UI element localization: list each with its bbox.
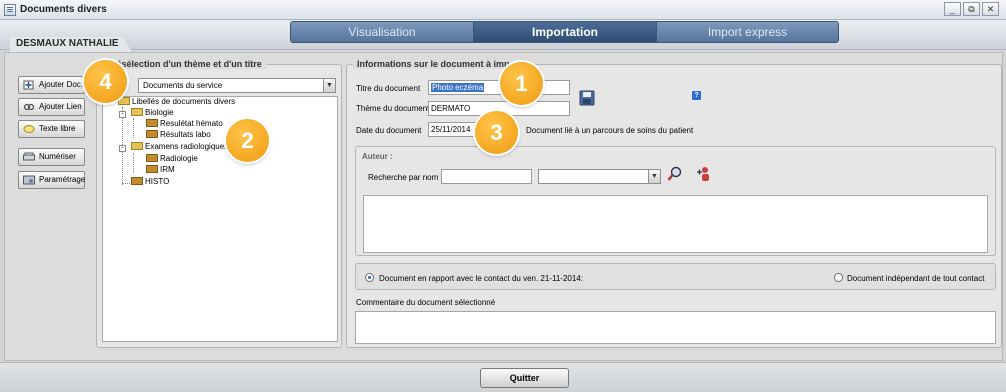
collapse-biology-toggle[interactable]: - xyxy=(119,111,126,118)
contact-radio[interactable] xyxy=(365,273,374,282)
window-title: Documents divers xyxy=(20,4,107,15)
tree-root-label: Libellés de documents divers xyxy=(132,97,236,106)
note-icon xyxy=(23,125,35,133)
search-person-icon[interactable] xyxy=(667,166,683,182)
service-dropdown[interactable]: Documents du service ▼ xyxy=(138,78,336,93)
tree-root[interactable]: Libellés de documents divers xyxy=(118,97,235,106)
restore-button[interactable]: ⧉ xyxy=(963,2,980,16)
add-link-button[interactable]: Ajouter Lien xyxy=(18,98,85,116)
tree-item-histo[interactable]: HISTO xyxy=(131,177,169,186)
tab-import-express[interactable]: Import express xyxy=(657,22,838,42)
close-button[interactable]: ✕ xyxy=(982,2,999,16)
document-type-icon xyxy=(146,154,158,162)
tree-hemato-label: Resulétat hémato xyxy=(160,119,223,128)
tree-irm-label: IRM xyxy=(160,165,175,174)
add-link-label: Ajouter Lien xyxy=(39,102,82,111)
date-label: Date du document xyxy=(356,126,422,135)
document-tree xyxy=(102,96,338,342)
author-dropdown[interactable]: ▼ xyxy=(538,169,661,184)
tab-importation[interactable]: Importation xyxy=(474,22,657,42)
add-document-button[interactable]: Ajouter Doc. xyxy=(18,76,85,94)
title-value: Photo eczéma xyxy=(431,83,485,92)
tree-radiologie-label: Radiologie xyxy=(160,154,198,163)
scan-button[interactable]: Numériser xyxy=(18,148,85,166)
chevron-down-icon[interactable]: ▼ xyxy=(323,79,335,92)
tree-item-radiology-group[interactable]: Examens radiologiques xyxy=(131,142,228,151)
author-label: Auteur : xyxy=(362,152,393,161)
document-type-icon xyxy=(146,165,158,173)
tree-labo-label: Résultats labo xyxy=(160,130,211,139)
document-type-icon xyxy=(146,119,158,127)
view-tabs: Visualisation Importation Import express xyxy=(290,21,839,43)
theme-label: Thème du document xyxy=(356,104,430,113)
tree-item-irm[interactable]: IRM xyxy=(146,165,175,174)
save-icon[interactable] xyxy=(579,90,595,106)
title-input[interactable]: Photo eczéma xyxy=(428,80,570,95)
add-document-icon xyxy=(23,80,34,90)
tree-item-radiologie[interactable]: Radiologie xyxy=(146,154,198,163)
comment-textarea[interactable] xyxy=(355,311,996,344)
search-name-input[interactable] xyxy=(441,169,532,184)
service-dropdown-value: Documents du service xyxy=(143,81,223,90)
folder-icon xyxy=(131,142,143,150)
chevron-down-icon[interactable]: ▼ xyxy=(648,170,660,183)
step-badge-3: 3 xyxy=(475,111,518,154)
free-text-label: Texte libre xyxy=(39,124,76,133)
collapse-radiology-toggle[interactable]: - xyxy=(119,145,126,152)
scan-label: Numériser xyxy=(39,152,76,161)
document-type-icon xyxy=(146,130,158,138)
preselection-title: Présélection d'un thème et d'un titre xyxy=(103,59,266,69)
tree-line xyxy=(133,153,134,173)
settings-label: Paramétrage xyxy=(39,175,86,184)
add-person-icon[interactable] xyxy=(695,166,711,182)
tree-radiology-group-label: Examens radiologiques xyxy=(145,142,229,151)
folder-icon xyxy=(118,97,130,105)
link-icon xyxy=(23,103,35,111)
tree-item-hemato[interactable]: Resulétat hémato xyxy=(146,119,223,128)
minimize-button[interactable]: _ xyxy=(944,2,961,16)
free-text-button[interactable]: Texte libre xyxy=(18,120,85,138)
search-name-label: Recherche par nom xyxy=(368,173,439,182)
contact-radio-label[interactable]: Document en rapport avec le contact du v… xyxy=(379,274,583,283)
window-title-bar: Documents divers _ ⧉ ✕ xyxy=(0,0,1006,20)
help-icon[interactable]: ? xyxy=(692,91,701,100)
title-label: Titre du document xyxy=(356,84,421,93)
add-document-label: Ajouter Doc. xyxy=(39,80,84,89)
tree-biology-label: Biologie xyxy=(145,108,174,117)
settings-button[interactable]: Paramétrage xyxy=(18,171,85,189)
step-badge-2: 2 xyxy=(226,119,269,162)
independent-radio-label[interactable]: Document indépendant de tout contact xyxy=(847,274,984,283)
care-path-label[interactable]: Document lié à un parcours de soins du p… xyxy=(526,126,693,135)
step-badge-1: 1 xyxy=(500,62,543,105)
independent-radio[interactable] xyxy=(834,273,843,282)
tree-histo-label: HISTO xyxy=(145,177,170,186)
document-type-icon xyxy=(131,177,143,185)
tree-item-labo[interactable]: Résultats labo xyxy=(146,130,211,139)
tab-visualisation[interactable]: Visualisation xyxy=(291,22,474,42)
author-list[interactable] xyxy=(363,195,988,253)
tree-line xyxy=(133,118,134,138)
folder-icon xyxy=(131,108,143,116)
step-badge-4: 4 xyxy=(84,60,127,103)
tree-item-biology[interactable]: Biologie xyxy=(131,108,173,117)
scanner-icon xyxy=(23,152,35,161)
settings-icon xyxy=(23,175,35,185)
app-icon xyxy=(4,4,16,16)
comment-label: Commentaire du document sélectionné xyxy=(356,298,496,307)
patient-name: DESMAUX NATHALIE xyxy=(10,37,133,53)
quit-button[interactable]: Quitter xyxy=(480,368,569,388)
